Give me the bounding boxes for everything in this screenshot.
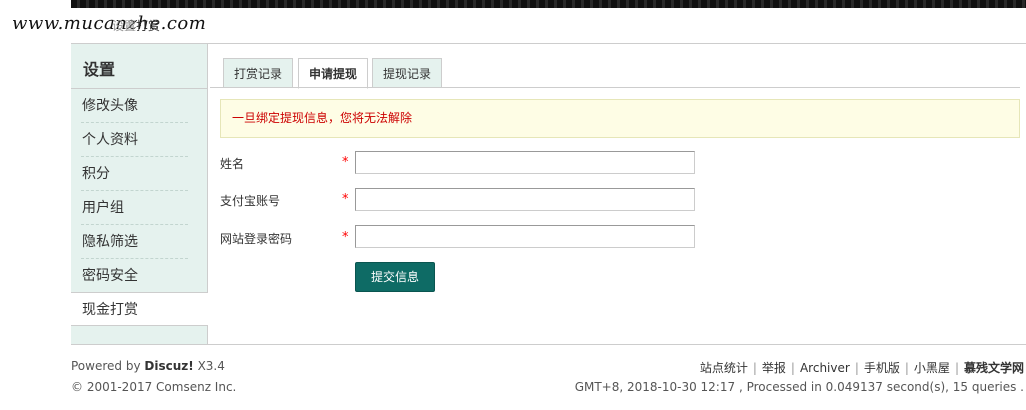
discuz-link[interactable]: Discuz!	[144, 359, 193, 373]
footer-stats: GMT+8, 2018-10-30 12:17 , Processed in 0…	[574, 380, 1024, 394]
tab-withdraw-records[interactable]: 提现记录	[372, 58, 442, 88]
sidebar-item-label: 用户组	[82, 200, 124, 216]
sidebar-item-credits[interactable]: 积分	[71, 157, 198, 191]
sidebar-item-usergroup[interactable]: 用户组	[71, 191, 198, 225]
site-password-input[interactable]	[355, 225, 695, 248]
required-mark: *	[342, 192, 349, 207]
settings-sidebar: 设置 修改头像 个人资料 积分 用户组 隐私筛选 密码安全 现金打赏	[71, 44, 208, 344]
required-mark: *	[342, 155, 349, 170]
breadcrumb-home[interactable]: 设置	[112, 19, 136, 33]
footer-link-mobile[interactable]: 手机版	[864, 361, 900, 375]
footer-link-blackroom[interactable]: 小黑屋	[914, 361, 950, 375]
sidebar-item-label: 密码安全	[82, 268, 138, 284]
required-mark: *	[342, 230, 349, 245]
top-dark-bar	[71, 0, 1026, 8]
breadcrumb-current: 打赏	[136, 19, 161, 33]
powered-by: Powered by Discuz! X3.4	[71, 359, 225, 373]
copyright: © 2001-2017 Comsenz Inc.	[71, 380, 237, 394]
name-input[interactable]	[355, 151, 695, 174]
submit-button[interactable]: 提交信息	[355, 262, 435, 292]
sidebar-item-label: 现金打赏	[82, 302, 138, 318]
sidebar-item-label: 修改头像	[82, 98, 138, 114]
tab-reward-records[interactable]: 打赏记录	[223, 58, 293, 88]
footer-links: 站点统计 | 举报 | Archiver | 手机版 | 小黑屋 | 慕残文学网	[699, 361, 1024, 375]
sidebar-item-profile[interactable]: 个人资料	[71, 123, 198, 157]
footer-site-name[interactable]: 慕残文学网	[964, 361, 1024, 375]
field-label-name: 姓名	[220, 157, 245, 171]
watermark-text: www.mucanzhe.com	[12, 13, 207, 34]
sidebar-item-password[interactable]: 密码安全	[71, 259, 198, 293]
field-label-password: 网站登录密码	[220, 232, 293, 246]
sidebar-item-label: 积分	[82, 166, 110, 182]
tab-apply-withdraw[interactable]: 申请提现	[298, 58, 368, 89]
powered-prefix: Powered by	[71, 359, 141, 373]
alipay-account-input[interactable]	[355, 188, 695, 211]
footer-link-archiver[interactable]: Archiver	[800, 361, 850, 375]
footer-link-stats[interactable]: 站点统计	[700, 361, 748, 375]
tab-underline	[210, 87, 1020, 88]
notice-banner: 一旦绑定提现信息，您将无法解除	[220, 99, 1020, 138]
sidebar-item-cash-reward[interactable]: 现金打赏	[71, 292, 208, 326]
sidebar-item-label: 个人资料	[82, 132, 138, 148]
sidebar-item-avatar[interactable]: 修改头像	[71, 89, 198, 123]
sidebar-item-privacy[interactable]: 隐私筛选	[71, 225, 198, 259]
sidebar-item-label: 隐私筛选	[82, 234, 138, 250]
version: X3.4	[197, 359, 225, 373]
field-label-alipay: 支付宝账号	[220, 194, 281, 208]
sidebar-title: 设置	[83, 60, 116, 79]
breadcrumb: 设置打赏	[112, 17, 160, 34]
footer-link-report[interactable]: 举报	[762, 361, 786, 375]
